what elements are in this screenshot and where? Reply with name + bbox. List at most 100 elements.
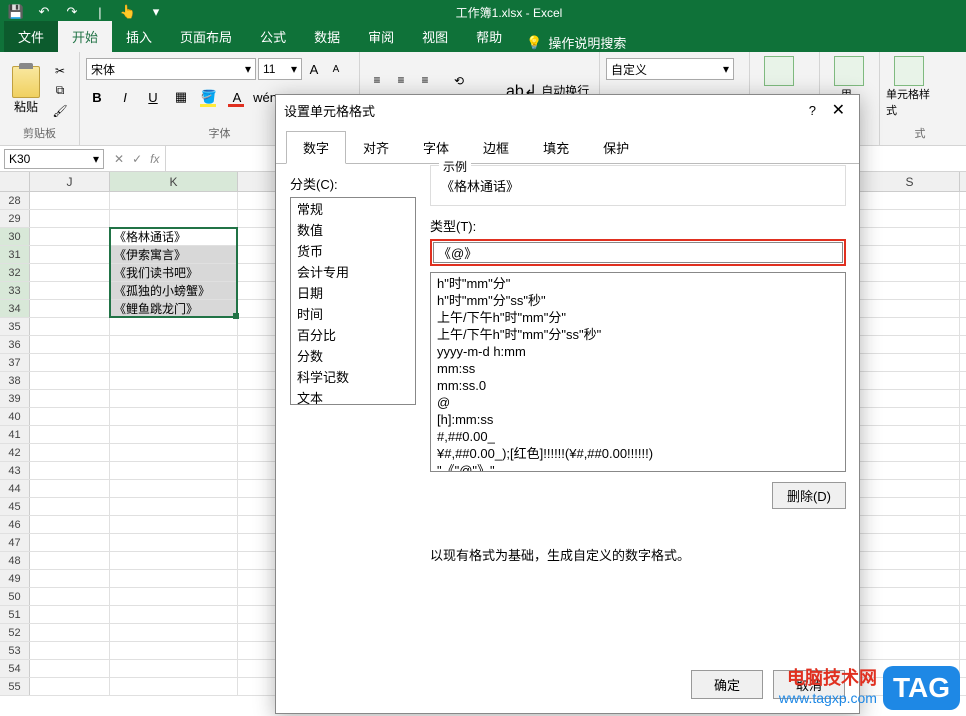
cell[interactable] xyxy=(30,390,110,407)
cell[interactable] xyxy=(110,678,238,695)
ok-button[interactable]: 确定 xyxy=(691,670,763,699)
format-item[interactable]: 上午/下午h"时"mm"分"ss"秒" xyxy=(431,326,845,343)
row-header[interactable]: 38 xyxy=(0,372,30,389)
tab-view[interactable]: 视图 xyxy=(408,21,462,52)
cell[interactable] xyxy=(860,264,960,281)
tab-insert[interactable]: 插入 xyxy=(112,21,166,52)
cell[interactable] xyxy=(860,336,960,353)
cell[interactable] xyxy=(860,300,960,317)
fill-color-button[interactable]: 🪣 xyxy=(198,86,220,108)
cell[interactable] xyxy=(110,498,238,515)
cell[interactable] xyxy=(860,390,960,407)
cell[interactable] xyxy=(110,318,238,335)
cell[interactable] xyxy=(110,462,238,479)
row-header[interactable]: 42 xyxy=(0,444,30,461)
row-header[interactable]: 40 xyxy=(0,408,30,425)
row-header[interactable]: 50 xyxy=(0,588,30,605)
dlg-tab-protect[interactable]: 保护 xyxy=(586,131,646,164)
category-item[interactable]: 会计专用 xyxy=(291,261,415,282)
format-item[interactable]: "《"@"》" xyxy=(431,462,845,472)
format-painter-icon[interactable]: 🖌 xyxy=(50,102,70,120)
row-header[interactable]: 43 xyxy=(0,462,30,479)
format-item[interactable]: 上午/下午h"时"mm"分" xyxy=(431,309,845,326)
cell[interactable] xyxy=(30,534,110,551)
row-header[interactable]: 32 xyxy=(0,264,30,281)
format-item[interactable]: yyyy-m-d h:mm xyxy=(431,343,845,360)
dlg-tab-border[interactable]: 边框 xyxy=(466,131,526,164)
delete-button[interactable]: 删除(D) xyxy=(772,482,846,509)
cell[interactable] xyxy=(30,336,110,353)
cell[interactable] xyxy=(110,390,238,407)
paste-button[interactable]: 粘贴 xyxy=(6,66,46,115)
cell[interactable] xyxy=(110,372,238,389)
select-all-corner[interactable] xyxy=(0,172,30,191)
number-format-select[interactable]: 自定义 ▾ xyxy=(606,58,734,80)
category-item[interactable]: 日期 xyxy=(291,282,415,303)
cell[interactable] xyxy=(860,516,960,533)
category-list[interactable]: 常规数值货币会计专用日期时间百分比分数科学记数文本特殊自定义 xyxy=(290,197,416,405)
dlg-tab-align[interactable]: 对齐 xyxy=(346,131,406,164)
cell[interactable] xyxy=(30,210,110,227)
row-header[interactable]: 54 xyxy=(0,660,30,677)
tab-review[interactable]: 审阅 xyxy=(354,21,408,52)
cell[interactable] xyxy=(860,372,960,389)
cell[interactable] xyxy=(30,372,110,389)
row-header[interactable]: 34 xyxy=(0,300,30,317)
cell[interactable] xyxy=(860,210,960,227)
cell[interactable] xyxy=(30,498,110,515)
cell[interactable] xyxy=(30,264,110,281)
undo-icon[interactable]: ↶ xyxy=(34,2,54,22)
row-header[interactable]: 49 xyxy=(0,570,30,587)
cell[interactable] xyxy=(30,408,110,425)
cell[interactable]: 《我们读书吧》 xyxy=(110,264,238,281)
tab-help[interactable]: 帮助 xyxy=(462,21,516,52)
category-item[interactable]: 文本 xyxy=(291,387,415,405)
cell[interactable] xyxy=(110,660,238,677)
format-item[interactable]: h"时"mm"分"ss"秒" xyxy=(431,292,845,309)
tab-home[interactable]: 开始 xyxy=(58,21,112,52)
cell[interactable] xyxy=(30,624,110,641)
cell[interactable]: 《格林通话》 xyxy=(110,228,238,245)
tab-formula[interactable]: 公式 xyxy=(246,21,300,52)
cell[interactable] xyxy=(860,282,960,299)
cell[interactable] xyxy=(110,408,238,425)
font-name-select[interactable]: 宋体 ▾ xyxy=(86,58,256,80)
cell[interactable] xyxy=(110,606,238,623)
cell[interactable] xyxy=(860,480,960,497)
cell[interactable] xyxy=(110,534,238,551)
cell[interactable] xyxy=(30,552,110,569)
copy-icon[interactable]: ⧉ xyxy=(50,82,70,100)
tab-data[interactable]: 数据 xyxy=(300,21,354,52)
col-header-S[interactable]: S xyxy=(860,172,960,191)
col-header-J[interactable]: J xyxy=(30,172,110,191)
row-header[interactable]: 28 xyxy=(0,192,30,209)
row-header[interactable]: 41 xyxy=(0,426,30,443)
row-header[interactable]: 33 xyxy=(0,282,30,299)
align-top-icon[interactable]: ≡ xyxy=(366,70,388,90)
cell[interactable] xyxy=(860,606,960,623)
row-header[interactable]: 31 xyxy=(0,246,30,263)
cell[interactable] xyxy=(110,444,238,461)
phonetic-button[interactable]: wén xyxy=(254,86,276,108)
cell[interactable] xyxy=(110,516,238,533)
category-item[interactable]: 货币 xyxy=(291,240,415,261)
row-header[interactable]: 37 xyxy=(0,354,30,371)
cell-styles-button[interactable]: 单元格样式 xyxy=(886,56,932,118)
cell[interactable] xyxy=(110,480,238,497)
cell[interactable] xyxy=(30,642,110,659)
cell[interactable] xyxy=(860,408,960,425)
dlg-tab-fill[interactable]: 填充 xyxy=(526,131,586,164)
cell[interactable] xyxy=(30,192,110,209)
cell[interactable] xyxy=(30,426,110,443)
category-item[interactable]: 常规 xyxy=(291,198,415,219)
cell[interactable] xyxy=(860,534,960,551)
cell[interactable] xyxy=(860,498,960,515)
increase-font-icon[interactable]: A xyxy=(304,58,324,80)
cut-icon[interactable]: ✂ xyxy=(50,62,70,80)
cell[interactable] xyxy=(30,480,110,497)
cell[interactable]: 《孤独的小螃蟹》 xyxy=(110,282,238,299)
format-item[interactable]: ¥#,##0.00_);[红色]!!!!!!(¥#,##0.00!!!!!!) xyxy=(431,445,845,462)
cell[interactable] xyxy=(110,336,238,353)
cell[interactable] xyxy=(30,570,110,587)
cell[interactable] xyxy=(30,462,110,479)
